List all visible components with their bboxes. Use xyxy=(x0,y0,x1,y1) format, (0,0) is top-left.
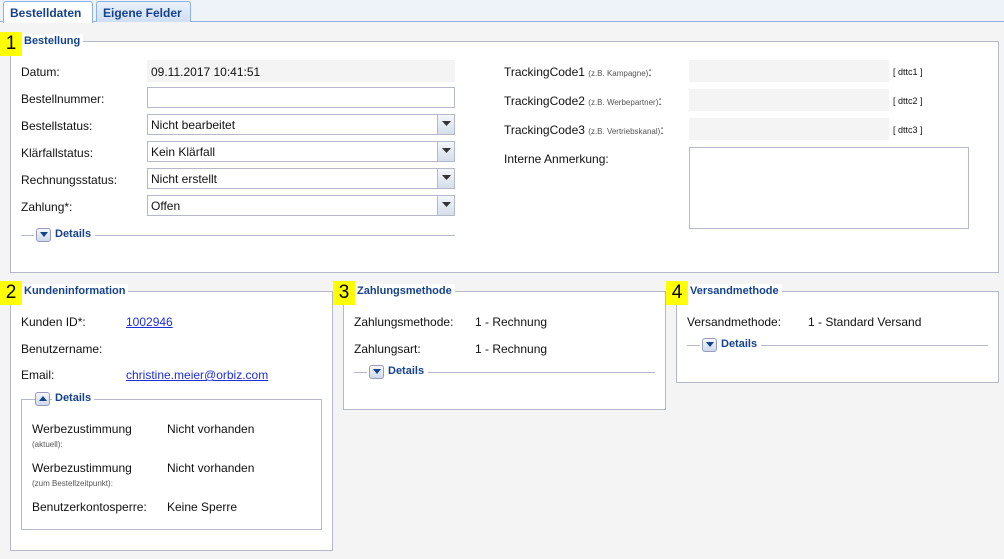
marker-2: 2 xyxy=(0,281,22,305)
zahlung-select[interactable]: Offen xyxy=(147,195,455,216)
details-label[interactable]: Details xyxy=(388,365,424,377)
email-link[interactable]: christine.meier@orbiz.com xyxy=(126,368,268,382)
werbe1-value: Nicht vorhanden xyxy=(167,422,255,436)
email-label: Email: xyxy=(21,368,55,382)
tracking1-label: TrackingCode1 (z.B. Kampagne): xyxy=(504,65,652,79)
zahlungsmethode-legend: Zahlungsmethode xyxy=(354,284,455,298)
zahlungsart-value: 1 - Rechnung xyxy=(475,342,548,356)
werbe2-value: Nicht vorhanden xyxy=(167,461,255,475)
bestellstatus-label: Bestellstatus: xyxy=(21,119,93,133)
rechnungsstatus-label: Rechnungsstatus: xyxy=(21,173,118,187)
bestellnummer-label: Bestellnummer: xyxy=(21,92,105,106)
details-label[interactable]: Details xyxy=(721,338,757,350)
tracking3-field xyxy=(689,118,889,140)
klaerfall-select[interactable]: Kein Klärfall xyxy=(147,141,455,162)
werbe2-label: Werbezustimmung xyxy=(32,461,132,475)
tracking2-code: [ dttc2 ] xyxy=(893,96,923,106)
klaerfall-label: Klärfallstatus: xyxy=(21,146,94,160)
kundeninformation-legend: Kundeninformation xyxy=(21,284,129,298)
bestellung-legend: Bestellung xyxy=(21,34,84,48)
tab-strip: Bestelldaten Eigene Felder xyxy=(0,0,1004,23)
details-divider xyxy=(21,235,34,236)
details-label[interactable]: Details xyxy=(52,392,95,404)
datum-value: 09.11.2017 10:41:51 xyxy=(151,65,261,79)
kunden-id-label: Kunden ID*: xyxy=(21,315,86,329)
bestellstatus-select[interactable]: Nicht bearbeitet xyxy=(147,114,455,135)
sperre-value: Keine Sperre xyxy=(167,500,238,514)
zahlungsmethode-label: Zahlungsmethode: xyxy=(354,315,454,329)
marker-1: 1 xyxy=(0,32,22,56)
zahlungsart-label: Zahlungsart: xyxy=(354,342,421,356)
sperre-label: Benutzerkontosperre: xyxy=(32,500,147,514)
kunde-details-fieldset: Details Werbezustimmung (aktuell): Nicht… xyxy=(21,392,322,530)
rechnungsstatus-value: Nicht erstellt xyxy=(151,172,218,186)
zahlungsmethode-value: 1 - Rechnung xyxy=(475,315,548,329)
zahlung-label: Zahlung*: xyxy=(21,200,73,214)
details-divider xyxy=(354,372,367,373)
tracking2-label: TrackingCode2 (z.B. Werbepartner): xyxy=(504,94,662,108)
zahlungsmethode-fieldset: Zahlungsmethode Zahlungsmethode: 1 - Rec… xyxy=(343,284,666,410)
marker-4: 4 xyxy=(666,281,688,305)
versandmethode-value: 1 - Standard Versand xyxy=(808,315,922,329)
datum-field: 09.11.2017 10:41:51 xyxy=(147,60,455,82)
benutzername-label: Benutzername: xyxy=(21,342,103,356)
details-divider xyxy=(687,345,700,346)
details-toggle-button[interactable] xyxy=(36,228,51,242)
versandmethode-label: Versandmethode: xyxy=(687,315,782,329)
anmerkung-label: Interne Anmerkung: xyxy=(504,152,609,166)
details-label[interactable]: Details xyxy=(55,228,91,240)
marker-3: 3 xyxy=(333,281,355,305)
rechnungsstatus-select[interactable]: Nicht erstellt xyxy=(147,168,455,189)
zahlung-value: Offen xyxy=(151,199,181,213)
anmerkung-textarea[interactable] xyxy=(689,147,969,229)
kunden-id-link[interactable]: 1002946 xyxy=(126,315,173,329)
bestellnummer-input[interactable] xyxy=(147,87,455,108)
tracking2-field xyxy=(689,89,889,111)
details-collapse-button[interactable] xyxy=(35,392,50,406)
tracking3-code: [ dttc3 ] xyxy=(893,125,923,135)
versandmethode-legend: Versandmethode xyxy=(687,284,782,298)
details-divider xyxy=(428,372,655,373)
werbe1-label: Werbezustimmung xyxy=(32,422,132,436)
details-divider xyxy=(95,235,455,236)
tracking3-label: TrackingCode3 (z.B. Vertriebskanal): xyxy=(504,123,664,137)
klaerfall-value: Kein Klärfall xyxy=(151,145,216,159)
details-divider xyxy=(761,345,988,346)
datum-label: Datum: xyxy=(21,65,60,79)
bestellstatus-value: Nicht bearbeitet xyxy=(151,118,236,132)
tab-bestelldaten[interactable]: Bestelldaten xyxy=(3,1,93,23)
chevron-down-icon[interactable] xyxy=(437,196,454,215)
chevron-down-icon[interactable] xyxy=(437,169,454,188)
werbe1-hint: (aktuell): xyxy=(32,440,63,449)
tracking1-code: [ dttc1 ] xyxy=(893,67,923,77)
kundeninformation-fieldset: Kundeninformation Kunden ID*: 1002946 Be… xyxy=(10,284,333,551)
bestellung-fieldset: Bestellung Datum: 09.11.2017 10:41:51 Be… xyxy=(10,34,999,273)
details-toggle-button[interactable] xyxy=(369,365,384,379)
details-toggle-button[interactable] xyxy=(702,338,717,352)
werbe2-hint: (zum Bestellzeitpunkt): xyxy=(32,479,113,488)
tracking1-field xyxy=(689,60,889,82)
chevron-down-icon[interactable] xyxy=(437,115,454,134)
tab-eigene-felder[interactable]: Eigene Felder xyxy=(96,1,191,22)
chevron-down-icon[interactable] xyxy=(437,142,454,161)
versandmethode-fieldset: Versandmethode Versandmethode: 1 - Stand… xyxy=(676,284,999,383)
